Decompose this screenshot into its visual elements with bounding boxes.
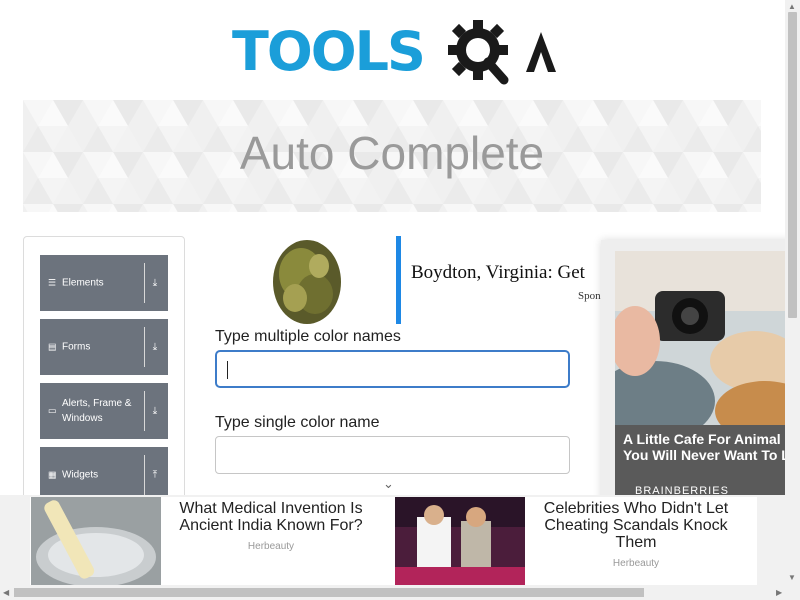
ad-image[interactable]	[215, 236, 400, 324]
download-arrow-icon[interactable]: ⤓	[148, 278, 162, 289]
gear-search-icon	[448, 20, 556, 85]
ad-thumbnail[interactable]	[31, 497, 161, 585]
window-icon: ▭	[48, 405, 57, 416]
download-arrow-icon[interactable]: ⤓	[148, 342, 162, 353]
bottom-ad-source: Herbeauty	[612, 558, 660, 569]
sidebar-group-forms[interactable]: ▤ Forms ⤓	[40, 319, 168, 375]
grid-icon: ▦	[48, 469, 57, 480]
chevron-down-icon[interactable]: ⌄	[383, 476, 394, 492]
side-ad[interactable]: A Little Cafe For Animal You Will Never …	[601, 240, 800, 518]
ad-photo	[615, 251, 800, 445]
download-arrow-icon[interactable]: ⤓	[148, 406, 162, 417]
ad-text-card[interactable]: Boydton, Virginia: Get Spon	[396, 236, 606, 324]
upload-arrow-icon[interactable]: ⤒	[148, 470, 162, 481]
ad-sponsor: Spon	[578, 290, 601, 302]
page-title: Auto Complete	[239, 127, 545, 179]
scroll-up-arrow-icon[interactable]: ▲	[788, 2, 796, 12]
multiple-color-input[interactable]	[215, 350, 570, 388]
sidebar-menu: ☰ Elements ⤓ ▤ Forms ⤓ ▭ Alerts, Frame &…	[23, 236, 185, 536]
ad-thumbnail[interactable]	[395, 497, 525, 585]
page-banner: Auto Complete	[23, 100, 761, 212]
single-color-label: Type single color name	[215, 414, 380, 431]
ad-caption[interactable]: A Little Cafe For Animal You Will Never …	[623, 431, 800, 463]
divider	[144, 455, 145, 495]
divider	[144, 327, 145, 367]
vertical-scroll-thumb[interactable]	[788, 12, 797, 318]
bottom-ad-source: Herbeauty	[247, 541, 295, 552]
logo-text: TOOLS	[232, 20, 426, 83]
sidebar-group-label: Alerts, Frame & Windows	[62, 398, 132, 424]
sidebar-group-label: Forms	[62, 341, 91, 353]
horizontal-scroll-thumb[interactable]	[14, 588, 644, 597]
sidebar-group-alerts[interactable]: ▭ Alerts, Frame & Windows ⤓	[40, 383, 168, 439]
divider	[144, 263, 145, 303]
page: TOOLS Auto Complete ☰ Elements ⤓ ▤ Forms…	[0, 0, 800, 600]
sidebar-group-label: Elements	[62, 277, 104, 289]
scroll-left-arrow-icon[interactable]: ◀	[3, 588, 9, 598]
multiple-color-label: Type multiple color names	[215, 328, 401, 345]
scroll-right-arrow-icon[interactable]: ▶	[776, 588, 782, 598]
hamburger-icon: ☰	[48, 277, 57, 288]
form-icon: ▤	[48, 341, 57, 352]
divider	[144, 391, 145, 431]
toolsqa-logo[interactable]: TOOLS	[232, 14, 562, 92]
bottom-ad-title[interactable]: What Medical Invention Is Ancient India …	[170, 500, 372, 534]
text-caret	[227, 361, 228, 379]
bottom-ad-title[interactable]: Celebrities Who Didn't Let Cheating Scan…	[535, 500, 737, 551]
single-color-input[interactable]	[215, 436, 570, 474]
scroll-down-arrow-icon[interactable]: ▼	[788, 573, 796, 583]
sidebar-group-label: Widgets	[62, 469, 99, 481]
sidebar-group-elements[interactable]: ☰ Elements ⤓	[40, 255, 168, 311]
ad-headline[interactable]: Boydton, Virginia: Get	[411, 262, 585, 284]
